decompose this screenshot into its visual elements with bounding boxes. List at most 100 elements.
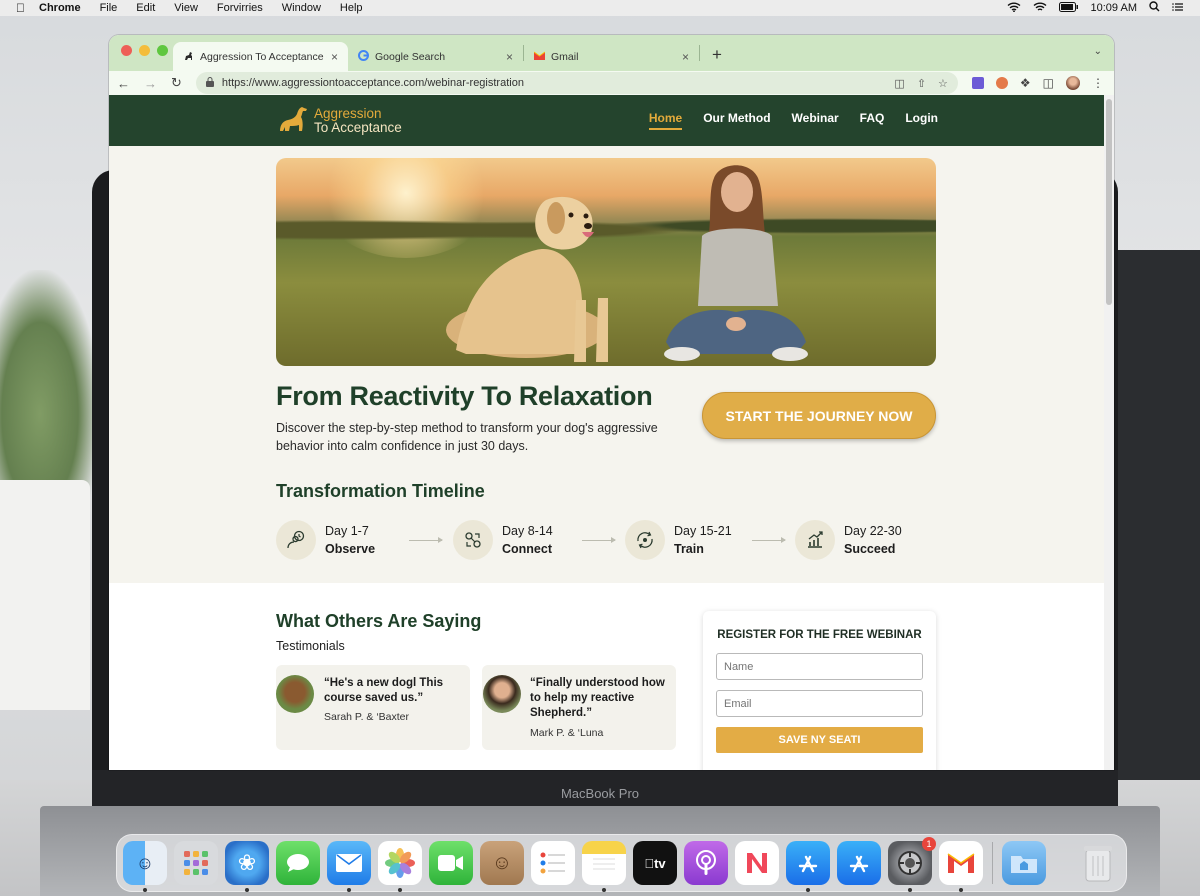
back-arrow-icon[interactable]: ← [117,76,130,91]
bookmark-star-icon[interactable]: ☆ [938,77,948,90]
google-favicon-icon [358,49,369,64]
registration-title: REGISTER FOR THE FREE WEBINAR [717,629,922,641]
reload-icon[interactable]: ↻ [171,75,182,91]
apple-menu-icon[interactable]:  [16,1,25,15]
extension-purple-icon[interactable] [971,77,984,89]
hero-image [276,158,936,366]
control-center-icon[interactable] [1172,2,1184,15]
tab-gmail[interactable]: Gmail × [524,42,699,71]
name-field[interactable] [716,653,923,680]
notes-icon[interactable] [582,841,626,892]
site-logo[interactable]: Aggression To Acceptance [276,103,402,138]
logo-wordmark: Aggression To Acceptance [314,106,402,135]
spotlight-search-icon[interactable] [1149,1,1160,15]
app-store-icon[interactable] [837,841,881,885]
email-field[interactable] [716,690,923,717]
webinar-registration-form: REGISTER FOR THE FREE WEBINAR SAVE NY SE… [703,611,936,770]
menu-app-name[interactable]: Chrome [39,2,81,14]
hero-subcopy: Discover the step-by-step method to tran… [276,421,658,453]
menubar-clock[interactable]: 10:09 AM [1091,2,1137,14]
close-tab-icon[interactable]: × [682,50,689,64]
save-seat-button[interactable]: SAVE NY SEATI [716,727,923,753]
launchpad-icon[interactable] [174,841,218,885]
tab-title: Google Search [375,50,446,63]
podcasts-icon[interactable] [684,841,728,885]
wifi-icon[interactable] [1007,2,1021,15]
web-page: Aggression To Acceptance Home Our Method… [109,95,1104,770]
dog-favicon-icon [183,50,194,64]
menu-edit[interactable]: Edit [136,2,155,14]
tab-title: Aggression To Acceptance - W [200,50,327,63]
minimize-window-button[interactable] [139,45,150,56]
close-tab-icon[interactable]: × [506,50,513,64]
extensions-puzzle-icon[interactable]: ❖ [1020,76,1031,90]
tab-google-search[interactable]: Google Search × [348,42,523,71]
downloads-folder-icon[interactable] [1002,841,1046,885]
system-settings-icon[interactable]: 1 [888,837,936,892]
zoom-window-button[interactable] [157,45,168,56]
macos-dock: ☺ ❀ ☺ tv 1 [116,834,1127,892]
profile-avatar[interactable] [1066,76,1081,90]
testimonials-title: What Others Are Saying [276,611,482,631]
nav-faq[interactable]: FAQ [860,111,885,130]
extension-orange-icon[interactable] [995,77,1008,89]
timeline-arrow [409,537,443,543]
reminders-icon[interactable] [531,841,575,885]
nav-login[interactable]: Login [905,111,938,130]
menu-help[interactable]: Help [340,2,363,14]
app-store-icon[interactable] [786,841,830,892]
more-menu-icon[interactable]: ⋮ [1092,76,1104,90]
close-window-button[interactable] [121,45,132,56]
nav-webinar[interactable]: Webinar [792,111,839,130]
photos-icon[interactable] [378,841,422,892]
timeline-days: Day 1-7 [325,524,369,538]
timeline-phase: Connect [502,542,552,556]
testimonial-author: Mark P. & ‘Luna [530,727,604,739]
menu-file[interactable]: File [100,2,118,14]
forward-arrow-icon[interactable]: → [144,76,157,91]
testimonial-card: “He's a new dogl This course saved us.” … [276,665,470,750]
woman-illustration [664,165,808,361]
extensions-area: ❖ ◫ ⋮ [971,76,1104,90]
golden-retriever-illustration [446,196,608,362]
close-tab-icon[interactable]: × [331,50,338,64]
timeline-title: Transformation Timeline [276,481,485,501]
lock-icon[interactable] [205,76,214,90]
side-panel-icon[interactable]: ◫ [1043,76,1054,90]
testimonial-avatar [483,675,521,713]
share-icon[interactable]: ⇧ [917,77,926,90]
messages-icon[interactable] [276,841,320,885]
menu-view[interactable]: View [174,2,198,14]
trash-icon[interactable] [1076,841,1120,885]
finder-icon[interactable]: ☺ [123,841,167,892]
mail-icon[interactable] [327,841,371,892]
timeline-phase: Train [674,542,704,556]
battery-icon[interactable] [1058,1,1079,15]
testimonial-quote: “He's a new dogl This course saved us.” [324,677,444,704]
translate-icon[interactable]: ◫ [894,77,904,90]
observe-icon [276,520,316,560]
safari-icon[interactable]: ❀ [225,841,269,892]
connect-icon [453,520,493,560]
tab-search-chevron-icon[interactable]: ⌄ [1094,46,1102,57]
nav-our-method[interactable]: Our Method [703,111,770,130]
menu-window[interactable]: Window [282,2,321,14]
menu-history[interactable]: Forvirries [217,2,263,14]
background-pot [0,480,90,710]
tab-aggression-to-acceptance[interactable]: Aggression To Acceptance - W × [173,42,348,71]
succeed-icon [795,520,835,560]
timeline-days: Day 22-30 [844,524,902,538]
address-bar[interactable]: https://www.aggressiontoacceptance.com/w… [195,72,958,94]
new-tab-button[interactable]: + [700,45,734,71]
scrollbar-thumb[interactable] [1106,99,1112,305]
start-journey-button[interactable]: START THE JOURNEY NOW [702,392,936,439]
contacts-icon[interactable]: ☺ [480,841,524,885]
gmail-icon[interactable] [939,841,983,892]
facetime-icon[interactable] [429,841,473,885]
apple-tv-icon[interactable]: tv [633,841,677,885]
wifi-status-icon[interactable] [1033,2,1047,15]
news-icon[interactable] [735,841,779,885]
nav-home[interactable]: Home [648,111,683,130]
url-text[interactable]: https://www.aggressiontoacceptance.com/w… [222,77,883,89]
testimonial-quote: “Finally understood how to help my react… [530,677,665,719]
